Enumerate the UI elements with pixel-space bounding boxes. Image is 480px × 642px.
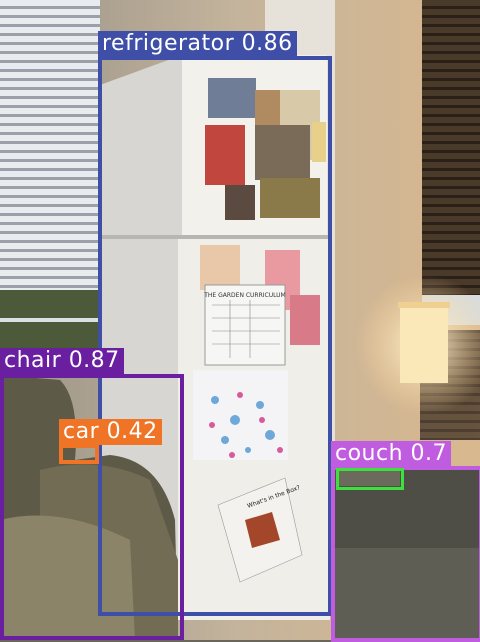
small-detection-box [336, 468, 404, 490]
lamp-shade [400, 305, 448, 383]
refrigerator-score-text: 0.86 [241, 31, 293, 56]
car-detection-box [59, 444, 99, 464]
right-window-blinds [422, 0, 480, 300]
chair-detection-label: chair 0.87 [0, 348, 124, 374]
car-detection-label: car 0.42 [59, 419, 162, 445]
car-score-text: 0.42 [106, 419, 158, 444]
car-class-text: car [63, 419, 100, 444]
chair-class-text: chair [4, 348, 62, 373]
couch-detection-box [331, 466, 480, 642]
refrigerator-detection-label: refrigerator 0.86 [98, 31, 297, 57]
chair-score-text: 0.87 [68, 348, 120, 373]
couch-class-text: couch [335, 441, 404, 466]
chair-detection-box [0, 374, 184, 640]
couch-score-text: 0.7 [410, 441, 448, 466]
refrigerator-class-text: refrigerator [102, 31, 235, 56]
left-window-blinds [0, 0, 100, 320]
couch-detection-label: couch 0.7 [331, 441, 452, 467]
